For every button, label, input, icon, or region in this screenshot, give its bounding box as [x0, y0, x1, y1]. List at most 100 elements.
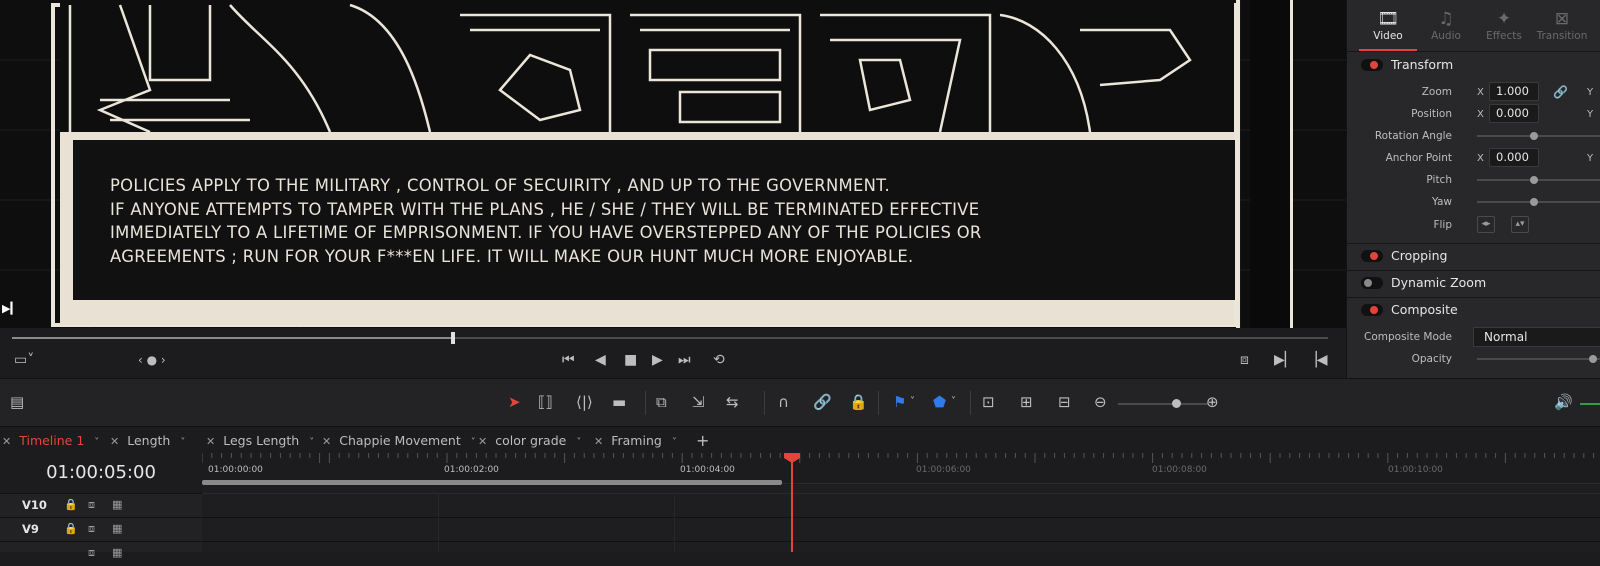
flip-horizontal-icon[interactable]: ◂▸	[1477, 216, 1495, 233]
scrubber-handle[interactable]	[450, 332, 455, 344]
close-icon[interactable]: ✕	[206, 435, 215, 448]
prev-frame-icon[interactable]: ◀	[595, 350, 606, 370]
dynamic-zoom-toggle[interactable]	[1361, 277, 1383, 289]
viewer-scrubber[interactable]	[12, 332, 1328, 344]
next-edit-icon[interactable]: ▶▏	[1274, 350, 1296, 370]
trim-tool-icon[interactable]: ⟦⟧	[538, 392, 553, 412]
jog-icon[interactable]: ‹ ● ›	[138, 350, 166, 370]
tab-length[interactable]: ✕ Length ˅	[110, 427, 185, 454]
track-header-v10[interactable]: V10 🔒 ⧈ ▦	[0, 494, 202, 518]
video-viewer[interactable]: POLICIES APPLY TO THE MILITARY , CONTROL…	[0, 0, 1346, 328]
snap-icon[interactable]: ∩	[778, 392, 789, 412]
section-transform[interactable]: Transform	[1347, 52, 1600, 78]
tab-timeline-1[interactable]: ✕ Timeline 1 ˅	[2, 427, 99, 454]
opacity-knob[interactable]	[1589, 355, 1597, 363]
chevron-down-icon[interactable]: ˅	[910, 392, 915, 412]
section-composite[interactable]: Composite	[1347, 297, 1600, 323]
film-icon[interactable]: ▦	[112, 522, 122, 535]
viewer-size-icon[interactable]: ▭˅	[14, 350, 34, 370]
layout-icon[interactable]: ▤	[10, 392, 24, 412]
volume-level[interactable]	[1580, 403, 1600, 405]
timeline-tracks[interactable]	[202, 485, 1600, 552]
select-tool-icon[interactable]: ➤	[508, 392, 521, 412]
loop-icon[interactable]: ⟲	[713, 350, 725, 370]
auto-select-icon[interactable]: ⧈	[88, 546, 95, 560]
match-frame-icon[interactable]: ⧈	[1240, 350, 1249, 370]
lock-icon[interactable]: 🔒	[64, 498, 78, 511]
pitch-slider[interactable]	[1477, 179, 1600, 181]
position-label: Position	[1411, 108, 1452, 120]
film-icon[interactable]: ▦	[112, 546, 122, 559]
close-icon[interactable]: ✕	[2, 435, 11, 448]
yaw-knob[interactable]	[1530, 198, 1538, 206]
lock-icon[interactable]: 🔒	[64, 522, 78, 535]
anchor-x-field[interactable]: 0.000	[1489, 148, 1539, 167]
add-tab-button[interactable]: +	[696, 427, 709, 454]
insert-clip-icon[interactable]: ⧉	[656, 392, 667, 412]
section-cropping[interactable]: Cropping	[1347, 243, 1600, 269]
chevron-down-icon[interactable]: ˅	[672, 437, 677, 448]
close-icon[interactable]: ✕	[322, 435, 331, 448]
opacity-slider[interactable]	[1477, 358, 1600, 360]
volume-icon[interactable]: 🔊	[1554, 392, 1573, 412]
tab-transition[interactable]: ⊠ Transition	[1533, 8, 1591, 42]
section-dynamic-zoom[interactable]: Dynamic Zoom	[1347, 270, 1600, 296]
close-icon[interactable]: ✕	[478, 435, 487, 448]
tab-color-grade[interactable]: ✕ color grade ˅	[478, 427, 581, 454]
chevron-down-icon[interactable]: ˅	[309, 437, 314, 448]
film-icon[interactable]: ▦	[112, 498, 122, 511]
rotation-slider[interactable]	[1477, 135, 1600, 137]
playhead[interactable]	[791, 453, 793, 552]
zoom-custom-icon[interactable]: ⊟	[1058, 392, 1071, 412]
zoom-out-icon[interactable]: ⊖	[1094, 392, 1107, 412]
link-icon[interactable]: 🔗	[813, 392, 832, 412]
rotation-knob[interactable]	[1530, 132, 1538, 140]
tab-chappie-movement[interactable]: ✕ Chappie Movement ˅	[322, 427, 476, 454]
play-icon[interactable]: ▶	[652, 350, 663, 370]
tab-framing[interactable]: ✕ Framing ˅	[594, 427, 677, 454]
rotation-label: Rotation Angle	[1374, 130, 1452, 142]
composite-mode-select[interactable]: Normal	[1473, 327, 1600, 347]
lock-icon[interactable]: 🔒	[849, 392, 868, 412]
stop-icon[interactable]: ■	[624, 350, 637, 370]
close-icon[interactable]: ✕	[110, 435, 119, 448]
flag-icon[interactable]: ⚑	[893, 392, 906, 412]
zoom-detail-icon[interactable]: ⊞	[1020, 392, 1033, 412]
marker-icon[interactable]: ⬟	[933, 392, 946, 412]
yaw-slider[interactable]	[1477, 201, 1600, 203]
timeline-zoom-knob[interactable]	[1172, 399, 1181, 408]
position-x-field[interactable]: 0.000	[1489, 104, 1539, 123]
chevron-down-icon[interactable]: ˅	[576, 437, 581, 448]
skip-start-icon[interactable]: ⏮	[562, 350, 575, 370]
link-icon[interactable]: 🔗	[1553, 85, 1568, 99]
zoom-x-field[interactable]: 1.000	[1489, 82, 1539, 101]
skip-end-icon[interactable]: ⏭	[678, 350, 691, 370]
zoom-in-icon[interactable]: ⊕	[1206, 392, 1219, 412]
replace-clip-icon[interactable]: ⇆	[726, 392, 739, 412]
prev-edit-icon[interactable]: ▕◀	[1306, 350, 1328, 370]
flip-vertical-icon[interactable]: ▴▾	[1511, 216, 1529, 233]
zoom-full-icon[interactable]: ⊡	[982, 392, 995, 412]
chevron-down-icon[interactable]: ˅	[951, 392, 956, 412]
auto-select-icon[interactable]: ⧈	[88, 522, 95, 536]
chevron-down-icon[interactable]: ˅	[180, 437, 185, 448]
auto-select-icon[interactable]: ⧈	[88, 498, 95, 512]
cropping-toggle[interactable]	[1361, 250, 1383, 262]
track-header-v9[interactable]: V9 🔒 ⧈ ▦	[0, 518, 202, 542]
chevron-down-icon[interactable]: ˅	[94, 437, 99, 448]
composite-toggle[interactable]	[1361, 304, 1383, 316]
close-icon[interactable]: ✕	[594, 435, 603, 448]
tab-video[interactable]: 🎞 Video	[1359, 8, 1417, 42]
track-header-next[interactable]: ⧈ ▦	[0, 542, 202, 566]
transform-toggle[interactable]	[1361, 59, 1383, 71]
chevron-down-icon[interactable]: ˅	[471, 437, 476, 448]
dynamic-trim-icon[interactable]: ⟨|⟩	[576, 392, 593, 412]
tab-effects[interactable]: ✦ Effects	[1475, 8, 1533, 42]
timeline-zoom-slider[interactable]	[1118, 403, 1208, 405]
blade-tool-icon[interactable]: ▬	[612, 392, 626, 412]
anchor-label: Anchor Point	[1385, 152, 1452, 164]
tab-audio[interactable]: ♫ Audio	[1417, 8, 1475, 42]
pitch-knob[interactable]	[1530, 176, 1538, 184]
overwrite-clip-icon[interactable]: ⇲	[692, 392, 705, 412]
tab-legs-length[interactable]: ✕ Legs Length ˅	[206, 427, 314, 454]
